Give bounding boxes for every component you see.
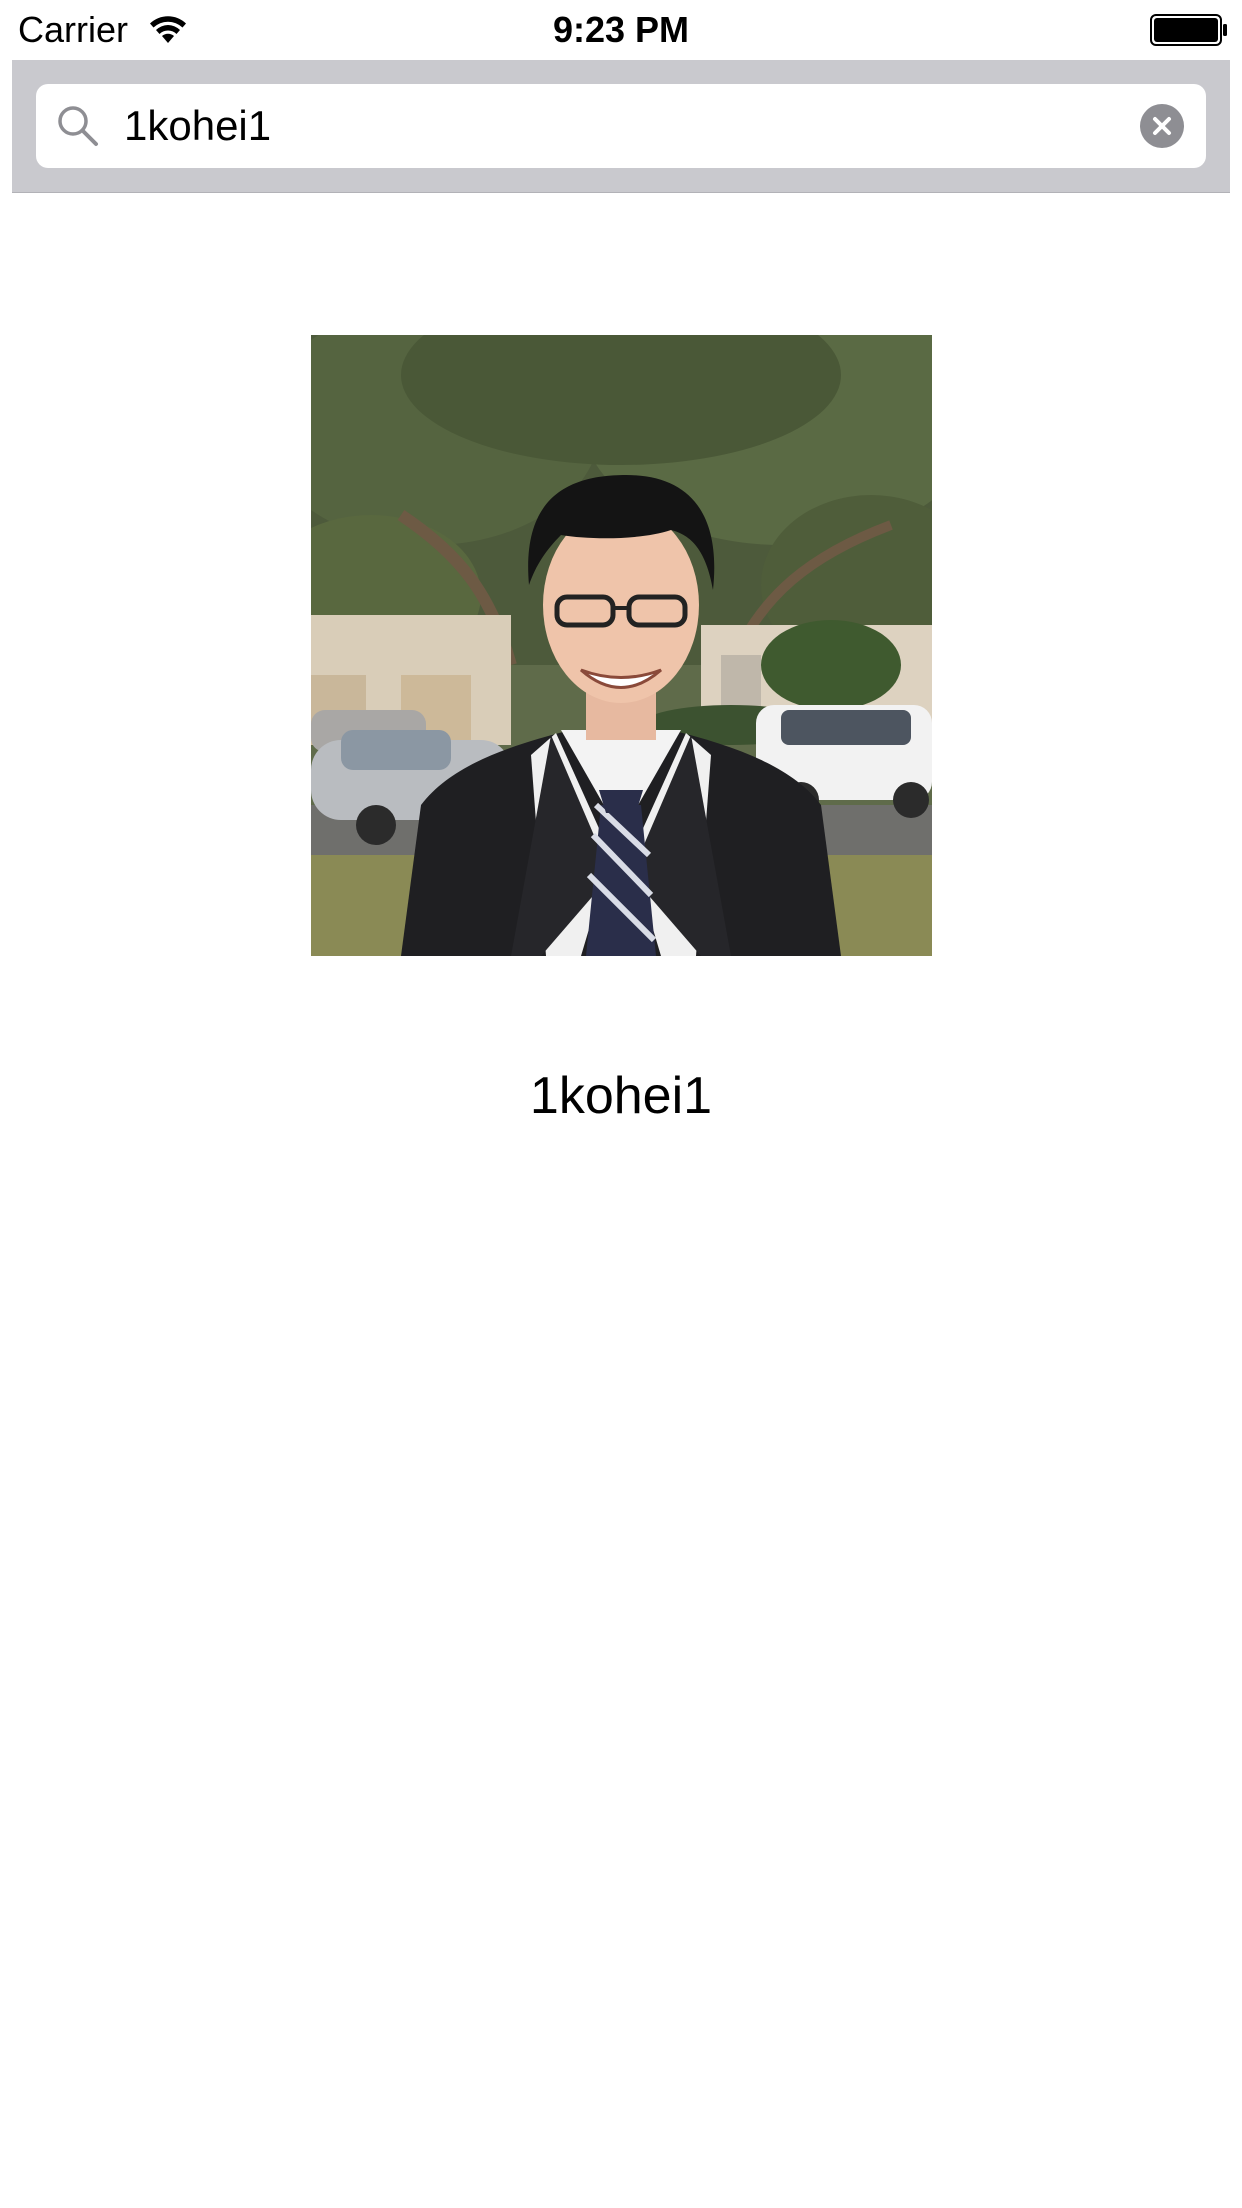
battery-icon xyxy=(1150,14,1228,46)
search-bar: 1kohei1 xyxy=(12,60,1230,193)
search-input-value: 1kohei1 xyxy=(124,102,272,149)
search-input[interactable]: 1kohei1 xyxy=(36,84,1206,168)
status-time: 9:23 PM xyxy=(552,9,690,50)
search-icon xyxy=(56,104,100,148)
profile-username: 1kohei1 xyxy=(529,1067,713,1125)
status-bar: Carrier 9:23 PM xyxy=(0,0,1242,60)
close-icon xyxy=(1153,117,1171,135)
profile-photo xyxy=(311,335,932,956)
clear-search-button[interactable] xyxy=(1140,104,1184,148)
